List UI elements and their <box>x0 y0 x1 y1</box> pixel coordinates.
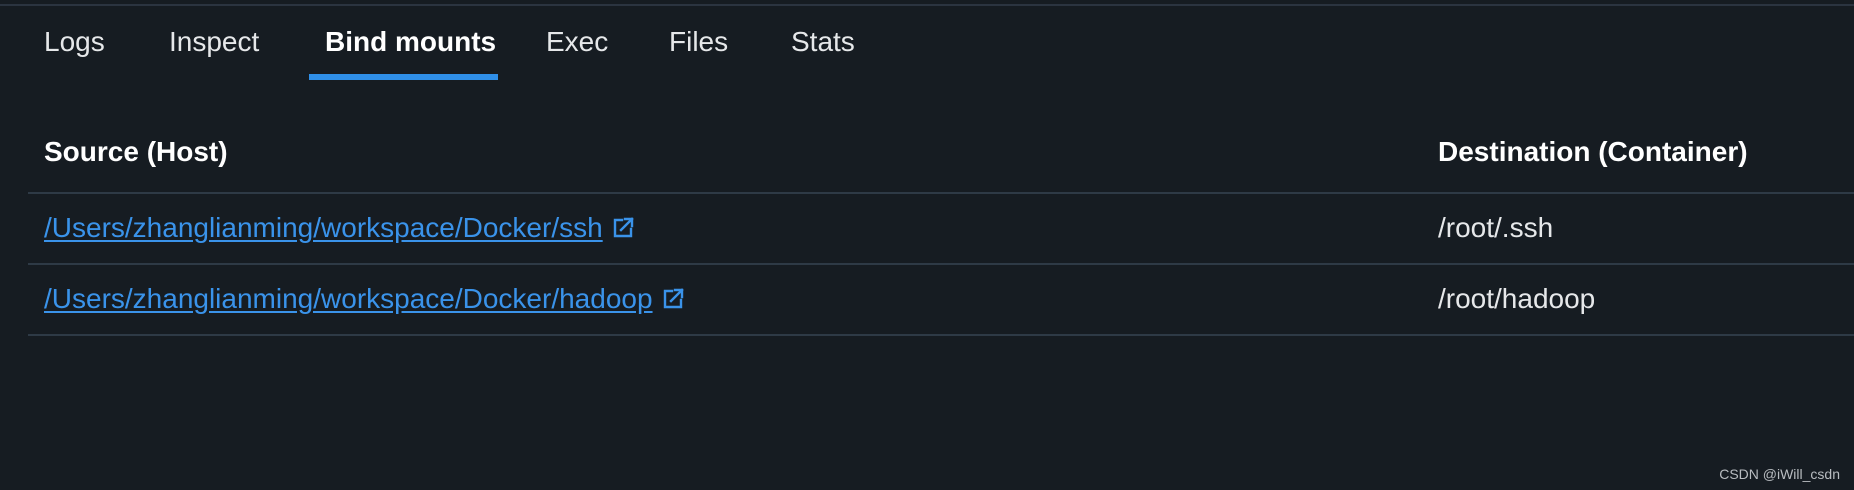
tab-files[interactable]: Files <box>669 26 728 58</box>
bind-mounts-table: Source (Host) Destination (Container) /U… <box>28 118 1854 336</box>
header-source: Source (Host) <box>44 136 228 167</box>
source-path-link[interactable]: /Users/zhanglianming/workspace/Docker/ha… <box>44 283 653 314</box>
table-row: /Users/zhanglianming/workspace/Docker/ha… <box>28 265 1854 336</box>
tab-stats[interactable]: Stats <box>791 26 855 58</box>
tab-bar: Logs Inspect Bind mounts Exec Files Stat… <box>0 0 1854 90</box>
table-header: Source (Host) Destination (Container) <box>28 118 1854 194</box>
external-link-icon[interactable] <box>611 216 635 240</box>
tab-logs[interactable]: Logs <box>44 26 105 58</box>
source-cell: /Users/zhanglianming/workspace/Docker/ha… <box>44 283 685 315</box>
destination-cell: /root/.ssh <box>1438 212 1554 243</box>
header-destination: Destination (Container) <box>1438 136 1748 167</box>
active-tab-indicator <box>309 74 498 80</box>
source-path-link[interactable]: /Users/zhanglianming/workspace/Docker/ss… <box>44 212 603 243</box>
external-link-icon[interactable] <box>661 287 685 311</box>
table-row: /Users/zhanglianming/workspace/Docker/ss… <box>28 194 1854 265</box>
tab-exec[interactable]: Exec <box>546 26 608 58</box>
tab-inspect[interactable]: Inspect <box>169 26 259 58</box>
destination-cell: /root/hadoop <box>1438 283 1596 314</box>
source-cell: /Users/zhanglianming/workspace/Docker/ss… <box>44 212 635 244</box>
tab-bind-mounts[interactable]: Bind mounts <box>325 26 496 58</box>
watermark: CSDN @iWill_csdn <box>1719 466 1840 482</box>
